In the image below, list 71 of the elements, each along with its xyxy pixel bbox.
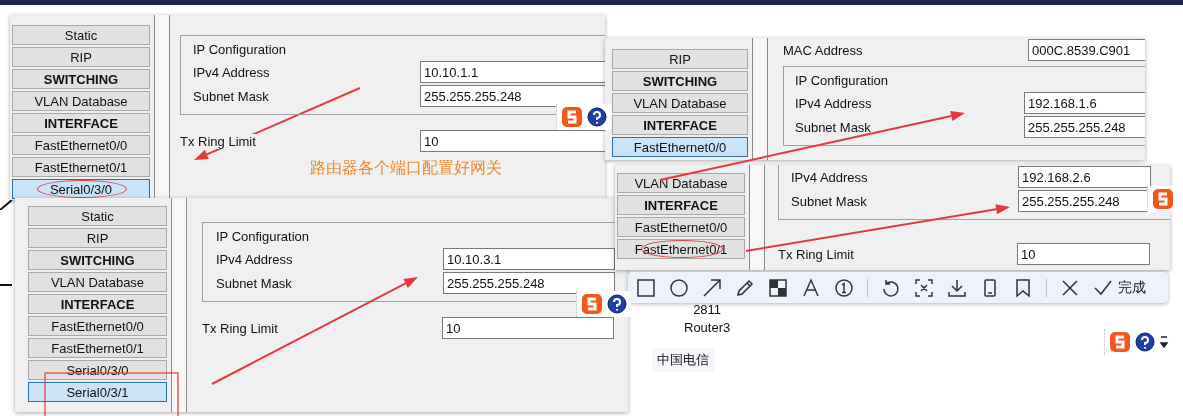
sidebar-item[interactable]: INTERFACE bbox=[612, 115, 748, 135]
field-label: Tx Ring Limit bbox=[180, 133, 256, 149]
input-method-icon[interactable] bbox=[561, 106, 583, 128]
input-field[interactable]: 10.10.1.1 bbox=[420, 61, 605, 83]
input-method-icon[interactable] bbox=[1152, 188, 1174, 210]
device-model: 2811 bbox=[693, 301, 722, 319]
sidebar-item[interactable]: INTERFACE bbox=[12, 113, 150, 133]
input-method-icon[interactable] bbox=[1109, 331, 1131, 353]
input-field[interactable]: 255.255.255.248 bbox=[420, 85, 605, 107]
arrow-icon[interactable] bbox=[702, 277, 722, 298]
splitter-bar[interactable] bbox=[171, 198, 187, 412]
caret-icon[interactable] bbox=[1159, 334, 1169, 350]
sidebar-item[interactable]: Static bbox=[28, 206, 167, 226]
text-tool-icon[interactable] bbox=[801, 277, 821, 298]
done-button[interactable]: 完成 bbox=[1093, 277, 1146, 298]
help-icon[interactable] bbox=[607, 294, 627, 314]
sidebar-item[interactable]: FastEthernet0/1 bbox=[12, 157, 150, 177]
input-field[interactable]: 255.255.255.248 bbox=[1024, 116, 1145, 138]
sidebar-item[interactable]: VLAN Database bbox=[617, 173, 745, 193]
input-field[interactable]: 10.10.3.1 bbox=[443, 248, 615, 270]
input-field[interactable]: 10 bbox=[1017, 243, 1150, 265]
cable-line bbox=[0, 200, 12, 210]
sidebar-item[interactable]: VLAN Database bbox=[28, 272, 167, 292]
sidebar-item[interactable]: SWITCHING bbox=[612, 71, 748, 91]
sidebar-item[interactable]: INTERFACE bbox=[617, 195, 745, 215]
sidebar-item[interactable]: VLAN Database bbox=[12, 91, 150, 111]
numbered-marker-icon[interactable] bbox=[834, 277, 854, 298]
pencil-icon[interactable] bbox=[735, 277, 755, 298]
input-field[interactable]: 000C.8539.C901 bbox=[1028, 39, 1145, 61]
rectangle-icon[interactable] bbox=[636, 277, 656, 298]
download-icon[interactable] bbox=[947, 277, 967, 298]
mosaic-icon[interactable] bbox=[768, 277, 788, 298]
sidebar-item[interactable]: FastEthernet0/0 bbox=[12, 135, 150, 155]
sidebar-item[interactable]: Serial0/3/1 bbox=[28, 382, 167, 402]
input-field[interactable]: 10 bbox=[420, 130, 605, 152]
device-name: Router3 bbox=[684, 319, 731, 337]
sidebar-item[interactable]: RIP bbox=[612, 49, 748, 69]
sidebar-item[interactable]: RIP bbox=[12, 47, 150, 67]
sidebar-item[interactable]: FastEthernet0/0 bbox=[617, 217, 745, 237]
circle-icon[interactable] bbox=[669, 277, 689, 298]
help-icon[interactable] bbox=[1135, 332, 1155, 352]
input-method-icon[interactable] bbox=[581, 293, 603, 315]
sidebar-item[interactable]: FastEthernet0/0 bbox=[28, 316, 167, 336]
sidebar-item[interactable]: SWITCHING bbox=[28, 250, 167, 270]
sidebar-item[interactable]: RIP bbox=[28, 228, 167, 248]
input-field[interactable]: 192.168.1.6 bbox=[1024, 92, 1145, 114]
undo-icon[interactable] bbox=[881, 277, 901, 298]
splitter-bar[interactable] bbox=[752, 38, 768, 160]
splitter-bar[interactable] bbox=[154, 15, 170, 200]
annotation-text: 路由器各个端口配置好网关 bbox=[310, 158, 502, 178]
bookmark-icon[interactable] bbox=[1013, 277, 1033, 298]
splitter-bar[interactable] bbox=[749, 165, 765, 270]
group-title: IP Configuration bbox=[795, 73, 889, 90]
cloud-label: 中国电信 bbox=[652, 348, 714, 372]
input-field[interactable]: 10 bbox=[442, 317, 614, 339]
group-title: IP Configuration bbox=[193, 42, 287, 59]
input-field[interactable]: 255.255.255.248 bbox=[443, 272, 615, 294]
sidebar-item[interactable]: INTERFACE bbox=[28, 294, 167, 314]
group-title: IP Configuration bbox=[216, 229, 310, 246]
sidebar-item[interactable]: Serial0/3/0 bbox=[28, 360, 167, 380]
scan-icon[interactable] bbox=[914, 277, 934, 298]
sidebar-item[interactable]: SWITCHING bbox=[12, 69, 150, 89]
sidebar-item[interactable]: FastEthernet0/1 bbox=[28, 338, 167, 358]
sidebar-item[interactable]: FastEthernet0/0 bbox=[612, 137, 748, 157]
sidebar-item[interactable]: Static bbox=[12, 25, 150, 45]
input-field[interactable]: 192.168.2.6 bbox=[1018, 166, 1151, 188]
sidebar-item[interactable]: Serial0/3/0 bbox=[12, 179, 150, 199]
cable-line bbox=[0, 284, 12, 286]
help-icon[interactable] bbox=[587, 107, 607, 127]
close-icon[interactable] bbox=[1060, 277, 1080, 298]
sidebar-item[interactable]: VLAN Database bbox=[612, 93, 748, 113]
